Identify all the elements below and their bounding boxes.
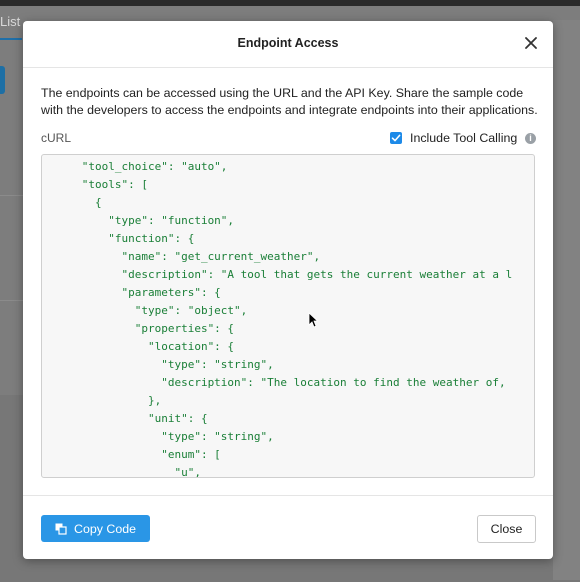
info-icon[interactable]: i	[525, 133, 536, 144]
include-tool-calling-label[interactable]: Include Tool Calling	[410, 131, 517, 145]
close-button[interactable]: Close	[477, 515, 536, 543]
background-top-bar	[0, 0, 580, 6]
dialog-description: The endpoints can be accessed using the …	[41, 86, 538, 117]
code-sample: "tool_choice": "auto", "tools": [ { "typ…	[42, 158, 513, 478]
code-line: {	[42, 196, 102, 209]
code-line: "unit": {	[42, 412, 208, 425]
copy-code-label: Copy Code	[74, 522, 136, 536]
code-sample-box[interactable]: "tool_choice": "auto", "tools": [ { "typ…	[41, 154, 535, 478]
code-line: },	[42, 394, 162, 407]
dialog-title: Endpoint Access	[237, 36, 339, 50]
code-line: "tools": [	[42, 178, 148, 191]
code-line: "type": "string",	[42, 430, 274, 443]
code-line: "type": "string",	[42, 358, 274, 371]
background-right-panel	[553, 20, 580, 580]
code-line: "name": "get_current_weather",	[42, 250, 321, 263]
endpoint-access-dialog: Endpoint Access The endpoints can be acc…	[23, 21, 553, 559]
close-icon[interactable]	[523, 35, 539, 51]
code-line: "enum": [	[42, 448, 221, 461]
dialog-header: Endpoint Access	[23, 21, 553, 68]
background-tab-list: List	[0, 14, 21, 29]
code-line: "location": {	[42, 340, 235, 353]
code-label: cURL	[41, 131, 72, 145]
background-button	[0, 66, 5, 94]
code-line: "u",	[42, 466, 201, 478]
code-line: "description": "A tool that gets the cur…	[42, 268, 513, 281]
code-line: "description": "The location to find the…	[42, 376, 506, 389]
code-line: "function": {	[42, 232, 195, 245]
mouse-cursor-icon	[308, 312, 319, 333]
include-tool-calling-checkbox[interactable]	[390, 132, 402, 144]
code-line: "parameters": {	[42, 286, 221, 299]
code-line: "type": "object",	[42, 304, 248, 317]
code-line: "type": "function",	[42, 214, 235, 227]
background-tab-underline	[0, 38, 22, 40]
code-line: "properties": {	[42, 322, 235, 335]
copy-code-button[interactable]: Copy Code	[41, 515, 150, 542]
dialog-footer: Copy Code Close	[23, 495, 553, 560]
code-line: "tool_choice": "auto",	[42, 160, 228, 173]
copy-icon	[55, 523, 67, 538]
